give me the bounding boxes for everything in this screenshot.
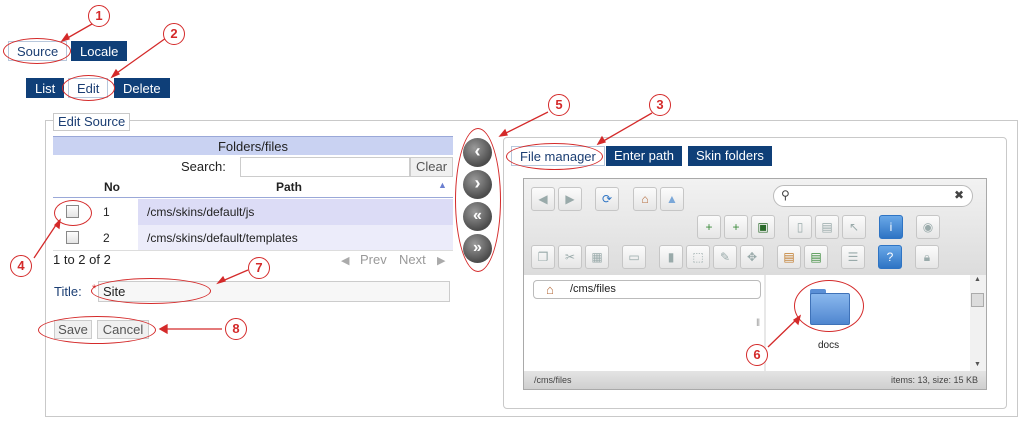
callout-1: 1 xyxy=(88,5,110,27)
callout-6: 6 xyxy=(746,344,768,366)
callout-5: 5 xyxy=(548,94,570,116)
callout-8: 8 xyxy=(225,318,247,340)
callout-7: 7 xyxy=(248,257,270,279)
callout-2: 2 xyxy=(163,23,185,45)
callout-4: 4 xyxy=(10,255,32,277)
callout-3: 3 xyxy=(649,94,671,116)
annotation-arrows xyxy=(33,23,802,348)
